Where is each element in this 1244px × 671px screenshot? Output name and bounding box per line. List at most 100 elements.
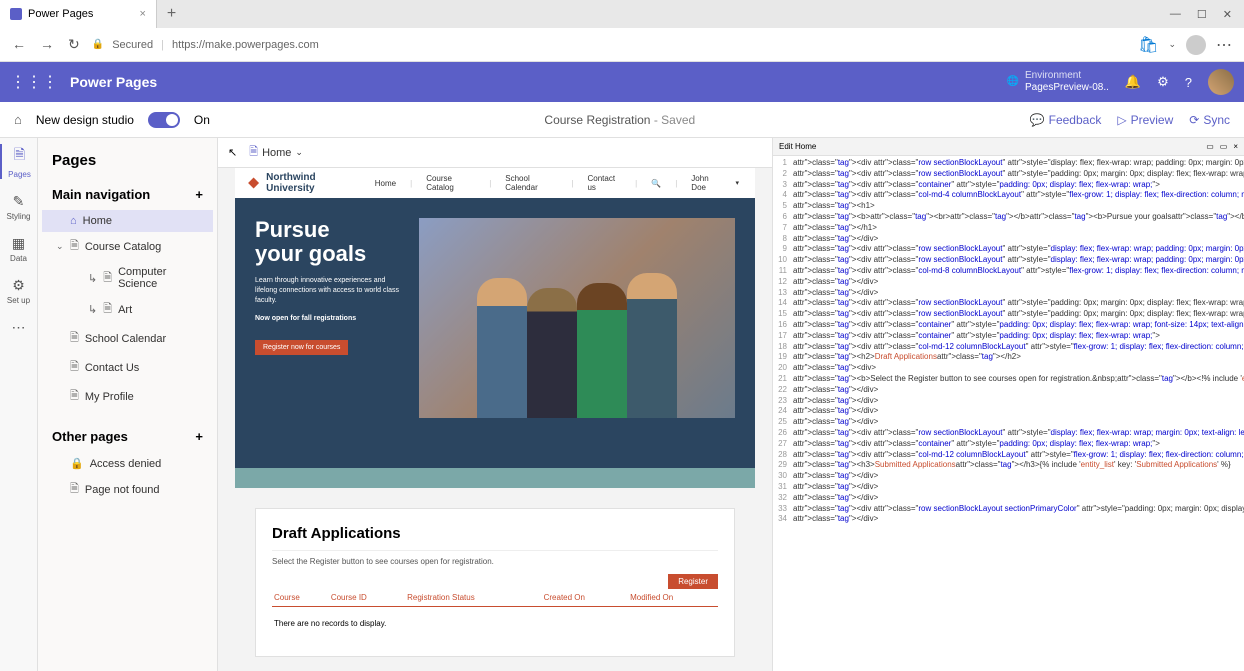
sidebar-item-calendar[interactable]: 🗎 School Calendar [42, 324, 213, 353]
hero-open: Now open for fall registrations [255, 314, 405, 324]
add-other-page-icon[interactable]: + [195, 429, 203, 444]
table-empty-row: There are no records to display. [272, 607, 718, 641]
breadcrumb[interactable]: 🗎 Home ⌄ [249, 143, 303, 162]
sync-button[interactable]: ⟳ Sync [1189, 113, 1230, 127]
secured-label: Secured [112, 39, 153, 51]
nav-contact[interactable]: Contact us [583, 174, 625, 192]
page-icon: 🗎 [103, 300, 112, 319]
rail-setup[interactable]: ⚙Set up [7, 277, 30, 305]
subpage-icon: ↳ [88, 272, 97, 285]
toggle-state: On [194, 113, 210, 127]
draft-register-button[interactable]: Register [668, 574, 718, 589]
rail-pages[interactable]: 🗎Pages [0, 144, 37, 179]
code-editor[interactable]: 1attr">class="tag"><div attr">class="row… [773, 156, 1244, 671]
page-icon: 🗎 [103, 269, 112, 288]
page-icon: 🗎 [70, 329, 79, 348]
draft-subtitle: Select the Register button to see course… [272, 557, 718, 566]
studio-toggle[interactable] [148, 112, 180, 128]
hero-title: Pursueyour goals [255, 218, 405, 266]
brand-name: Northwind University [266, 172, 361, 194]
sidebar: Pages Main navigation + ⌂ Home ⌄ 🗎 Cours… [38, 138, 218, 671]
sidebar-item-home[interactable]: ⌂ Home [42, 210, 213, 232]
search-icon[interactable]: 🔍 [647, 179, 665, 188]
globe-icon: 🌐 [1007, 76, 1019, 88]
hero-section[interactable]: Northwind University Home| Course Catalo… [235, 168, 755, 468]
subpage-icon: ↳ [88, 303, 97, 316]
main-nav-header: Main navigation + [42, 179, 213, 210]
page-icon: 🗎 [249, 143, 258, 162]
design-canvas[interactable]: ↖ 🗎 Home ⌄ Northwind University Hom [218, 138, 772, 671]
close-window-icon[interactable]: ✕ [1223, 8, 1232, 21]
shopping-icon[interactable]: 🛍 [1138, 35, 1158, 55]
env-name: PagesPreview-08.. [1025, 82, 1109, 94]
hero-image [419, 218, 735, 418]
feedback-button[interactable]: 💬 Feedback [1030, 113, 1102, 127]
minimize-icon[interactable]: — [1170, 8, 1181, 21]
brand-logo-icon [247, 176, 260, 190]
window-titlebar: Power Pages × + — ☐ ✕ [0, 0, 1244, 28]
saved-label: - Saved [654, 113, 695, 127]
tab-title: Power Pages [28, 8, 93, 20]
hero-subtitle: Learn through innovative experiences and… [255, 276, 405, 305]
sidebar-item-notfound[interactable]: 🗎 Page not found [42, 475, 213, 504]
sidebar-item-art[interactable]: ↳ 🗎 Art [42, 295, 213, 324]
lock-icon: 🔒 [70, 457, 84, 470]
close-tab-icon[interactable]: × [139, 8, 145, 20]
browser-toolbar: ← → ↻ 🔒 Secured | https://make.powerpage… [0, 28, 1244, 62]
chevron-down-icon[interactable]: ⌄ [295, 147, 303, 158]
environment-picker[interactable]: 🌐 Environment PagesPreview-08.. [1007, 70, 1109, 94]
preview-button[interactable]: ▷ Preview [1117, 113, 1173, 127]
command-bar: ⌂ New design studio On Course Registrati… [0, 102, 1244, 138]
studio-label: New design studio [36, 113, 134, 127]
address-bar[interactable]: 🔒 Secured | https://make.powerpages.com [92, 39, 1126, 51]
nav-home[interactable]: Home [371, 179, 400, 188]
nav-catalog[interactable]: Course Catalog [422, 174, 479, 192]
cursor-icon[interactable]: ↖ [228, 146, 237, 159]
user-avatar-icon[interactable] [1208, 69, 1234, 95]
nav-calendar[interactable]: School Calendar [501, 174, 561, 192]
maximize-icon[interactable]: ☐ [1197, 8, 1207, 21]
env-label: Environment [1025, 70, 1109, 82]
document-status: Course Registration - Saved [544, 113, 695, 127]
notifications-icon[interactable]: 🔔 [1125, 74, 1141, 90]
sidebar-item-cs[interactable]: ↳ 🗎 Computer Science [42, 261, 213, 295]
rail-styling[interactable]: ✎Styling [6, 193, 30, 221]
url-text: https://make.powerpages.com [172, 39, 319, 51]
draft-applications-card[interactable]: Draft Applications Select the Register b… [255, 508, 735, 657]
doc-title: Course Registration [544, 113, 650, 127]
settings-icon[interactable]: ⚙ [1157, 74, 1169, 90]
add-page-icon[interactable]: + [195, 187, 203, 202]
sidebar-item-contact[interactable]: 🗎 Contact Us [42, 353, 213, 382]
rail-data[interactable]: ▦Data [10, 235, 27, 263]
chevron-down-icon[interactable]: ⌄ [1168, 39, 1176, 50]
app-header: ⋮⋮⋮ Power Pages 🌐 Environment PagesPrevi… [0, 62, 1244, 102]
canvas-toolbar: ↖ 🗎 Home ⌄ [218, 138, 772, 168]
profile-avatar-icon[interactable] [1186, 35, 1206, 55]
register-button[interactable]: Register now for courses [255, 340, 348, 355]
back-icon[interactable]: ← [12, 36, 26, 53]
browser-tab[interactable]: Power Pages × [0, 0, 157, 28]
applications-table: Course Course ID Registration Status Cre… [272, 589, 718, 640]
new-tab-button[interactable]: + [157, 5, 186, 23]
sidebar-item-denied[interactable]: 🔒 Access denied [42, 452, 213, 475]
color-band [235, 468, 755, 488]
sidebar-item-profile[interactable]: 🗎 My Profile [42, 382, 213, 411]
home-icon[interactable]: ⌂ [14, 112, 22, 127]
more-icon[interactable]: ⋯ [1216, 35, 1232, 55]
other-pages-header: Other pages + [42, 421, 213, 452]
refresh-icon[interactable]: ↻ [68, 36, 80, 53]
code-toolbar-icon[interactable]: ▭ [1206, 142, 1214, 151]
sidebar-title: Pages [42, 148, 213, 179]
code-toolbar-icon[interactable]: ▭ [1220, 142, 1228, 151]
help-icon[interactable]: ? [1185, 75, 1192, 90]
table-header: Course Course ID Registration Status Cre… [272, 589, 718, 607]
nav-user[interactable]: John Doe [687, 174, 725, 192]
app-launcher-icon[interactable]: ⋮⋮⋮ [10, 72, 58, 92]
rail-more[interactable]: ⋯ [12, 319, 26, 336]
chevron-down-icon[interactable]: ⌄ [56, 241, 64, 252]
close-icon[interactable]: × [1233, 142, 1238, 151]
page-icon: 🗎 [70, 358, 79, 377]
forward-icon[interactable]: → [40, 36, 54, 53]
favicon-icon [10, 8, 22, 20]
sidebar-item-catalog[interactable]: ⌄ 🗎 Course Catalog [42, 232, 213, 261]
